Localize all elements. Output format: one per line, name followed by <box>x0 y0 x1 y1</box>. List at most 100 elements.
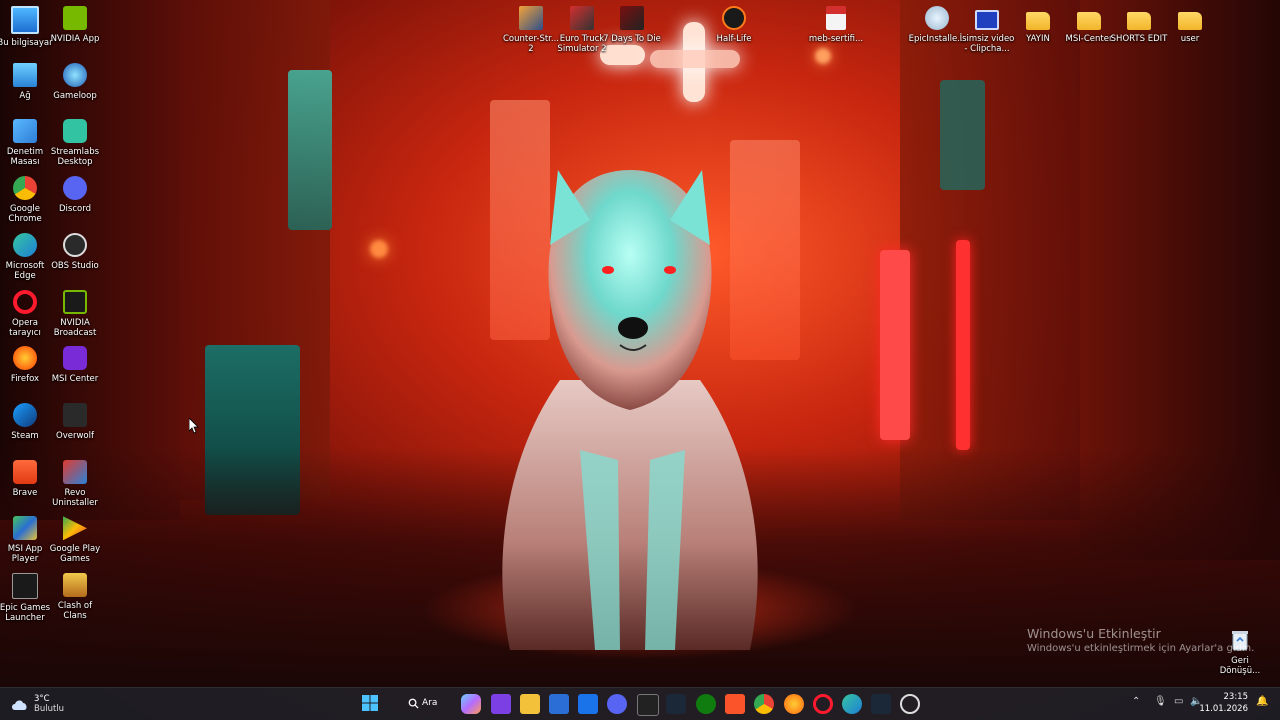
folder-icon <box>1026 12 1050 30</box>
desktop-shortcut-label: NVIDIA App <box>50 34 100 44</box>
desktop-shortcut-c2-6[interactable]: MSI Center <box>45 346 105 384</box>
msi-center-icon <box>63 346 87 371</box>
activation-watermark: Windows'u Etkinleştir Windows'u etkinleş… <box>1027 626 1254 654</box>
revo-icon <box>63 459 87 484</box>
folder-icon <box>1077 12 1101 30</box>
msi-app-player-icon <box>13 516 37 541</box>
seven-days-icon <box>620 6 644 30</box>
desktop-shortcut-c2-3[interactable]: Discord <box>45 176 105 214</box>
opera-taskbar-button[interactable] <box>813 694 833 714</box>
copilot-button[interactable] <box>461 694 481 714</box>
obs-taskbar-button[interactable] <box>900 694 920 714</box>
discord-taskbar-button[interactable] <box>607 694 627 714</box>
microphone-icon[interactable]: 🎙 <box>1154 696 1167 707</box>
edge-taskbar-button[interactable] <box>842 694 862 714</box>
notification-bell-icon[interactable]: 🔔 <box>1256 696 1268 707</box>
obs-icon <box>63 232 87 257</box>
nvidia-icon <box>63 6 87 30</box>
desktop-shortcut-label: Streamlabs Desktop <box>50 147 100 168</box>
opera-icon <box>13 289 37 314</box>
desktop-shortcut-label: meb-sertifi... <box>808 34 864 44</box>
desktop-shortcut-label: Half-Life <box>716 34 752 44</box>
gameloop-icon <box>63 62 87 87</box>
steam-taskbar-button[interactable] <box>666 694 686 714</box>
desktop-shortcut-c2-7[interactable]: Overwolf <box>45 402 105 441</box>
streamlabs-icon <box>63 119 87 144</box>
edge-icon <box>13 232 37 257</box>
desktop-shortcut-t-4[interactable]: meb-sertifi... <box>806 6 866 44</box>
desktop-shortcut-label: Gameloop <box>53 90 97 101</box>
desktop-shortcut-label: NVIDIA Broadcast <box>53 317 97 338</box>
clock-time: 23:15 <box>1223 692 1249 702</box>
mouse-cursor-icon <box>189 418 199 434</box>
folder-icon <box>1178 12 1202 30</box>
desktop-shortcut-c2-0[interactable]: NVIDIA App <box>45 6 105 44</box>
clipchamp-button[interactable] <box>491 694 511 714</box>
recycle-bin-label: Geri Dönüşü... <box>1219 656 1261 676</box>
clock-date: 11.01.2026 <box>1199 704 1248 714</box>
watermark-subtitle: Windows'u etkinleştirmek için Ayarlar'a … <box>1027 643 1255 654</box>
steam-active-button[interactable] <box>871 694 891 714</box>
network-tray-icon[interactable]: ▭ <box>1174 696 1183 707</box>
epic-games-taskbar-button[interactable] <box>637 694 659 716</box>
chrome-icon <box>13 176 37 201</box>
nvidia-broadcast-icon <box>63 289 87 314</box>
desktop-shortcut-label: 7 Days To Die <box>603 34 661 44</box>
outlook-button[interactable] <box>578 694 598 714</box>
store-button[interactable] <box>549 694 569 714</box>
chrome-taskbar-button[interactable] <box>754 694 774 714</box>
windows-start-icon <box>362 695 378 711</box>
overwolf-icon <box>63 402 87 427</box>
brave-taskbar-button[interactable] <box>725 694 745 714</box>
firefox-taskbar-button[interactable] <box>784 694 804 714</box>
xbox-button[interactable] <box>696 694 716 714</box>
desktop-shortcut-c2-1[interactable]: Gameloop <box>45 62 105 101</box>
desktop-shortcut-t-10[interactable]: user <box>1160 6 1220 44</box>
desktop-shortcut-label: user <box>1180 34 1200 44</box>
desktop-shortcut-label: Overwolf <box>56 430 94 441</box>
brave-icon <box>13 459 37 484</box>
network-icon <box>13 62 37 87</box>
control-panel-icon <box>13 119 37 144</box>
weather-description: Bulutlu <box>34 704 65 714</box>
pdf-icon <box>826 6 846 30</box>
start-button[interactable] <box>361 694 381 714</box>
taskbar-clock[interactable]: 23:15 11.01.2026 <box>1199 691 1248 715</box>
google-play-games-icon <box>63 516 87 541</box>
discord-icon <box>63 176 87 201</box>
clash-of-clans-icon <box>63 573 87 597</box>
desktop-shortcut-c2-2[interactable]: Streamlabs Desktop <box>45 119 105 167</box>
video-icon <box>975 10 999 30</box>
desktop-shortcut-c2-5[interactable]: NVIDIA Broadcast <box>45 289 105 338</box>
taskbar: 3°C Bulutlu Ara ⌃ 🎙 ▭ 🔈 23:15 11.01.2026… <box>0 687 1280 720</box>
weather-temperature: 3°C <box>34 694 50 704</box>
desktop-shortcut-c2-9[interactable]: Google Play Games <box>45 516 105 564</box>
desktop-shortcut-t-3[interactable]: Half-Life <box>704 6 764 44</box>
desktop-shortcut-c2-4[interactable]: OBS Studio <box>45 232 105 271</box>
counter-strike-icon <box>519 6 543 30</box>
file-explorer-button[interactable] <box>520 694 540 714</box>
folder-icon <box>1127 12 1151 30</box>
desktop-shortcut-c2-10[interactable]: Clash of Clans <box>45 573 105 621</box>
desktop-shortcut-label: Discord <box>59 204 91 215</box>
desktop-shortcut-label: MSI Center <box>51 374 99 385</box>
epic-games-icon <box>12 573 38 599</box>
desktop-shortcut-c2-8[interactable]: Revo Uninstaller <box>45 459 105 508</box>
search-icon <box>408 698 419 709</box>
firefox-icon <box>13 346 37 371</box>
desktop-shortcut-label: OBS Studio <box>51 260 99 271</box>
steam-icon <box>13 402 37 427</box>
wolf-illustration <box>502 170 758 650</box>
cloud-icon <box>12 700 27 710</box>
search-label: Ara <box>422 698 438 708</box>
tray-overflow-chevron-icon[interactable]: ⌃ <box>1132 696 1140 707</box>
half-life-icon <box>722 6 746 30</box>
desktop-shortcut-label: Google Play Games <box>49 544 101 565</box>
watermark-title: Windows'u Etkinleştir <box>1027 626 1161 641</box>
desktop-shortcut-label: Clash of Clans <box>57 601 93 621</box>
desktop-shortcut-t-2[interactable]: 7 Days To Die <box>602 6 662 44</box>
euro-truck-icon <box>570 6 594 30</box>
installer-icon <box>925 6 949 30</box>
computer-icon <box>11 6 39 34</box>
taskbar-search[interactable]: Ara <box>400 694 450 714</box>
